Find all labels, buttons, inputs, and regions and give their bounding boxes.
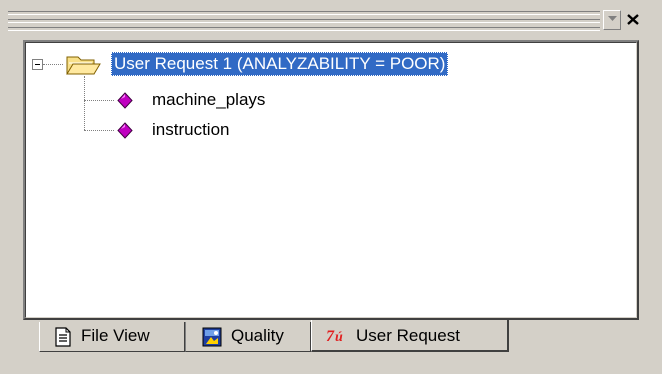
tab-label: Quality xyxy=(231,326,284,345)
gripper-line xyxy=(8,11,600,15)
tree-connector xyxy=(84,76,85,130)
user-request-icon: 7 ú xyxy=(326,328,343,345)
user-request-tree[interactable]: User Request 1 (ANALYZABILITY = POOR) ma… xyxy=(23,40,639,320)
tree-root-label[interactable]: User Request 1 (ANALYZABILITY = POOR) xyxy=(111,52,449,76)
magenta-diamond-icon xyxy=(117,122,133,139)
chevron-down-icon xyxy=(608,16,617,21)
tab-label: File View xyxy=(81,326,150,345)
close-icon xyxy=(627,14,639,25)
quality-icon xyxy=(202,327,222,347)
tab-user-request[interactable]: 7 ú User Request xyxy=(311,320,509,352)
document-icon xyxy=(55,327,71,347)
gripper-line xyxy=(8,27,600,31)
restore-button[interactable] xyxy=(603,10,621,30)
tree-panel-frame xyxy=(25,42,637,318)
tab-file-view[interactable]: File View xyxy=(39,322,185,352)
gripper-line xyxy=(8,19,600,23)
tab-quality[interactable]: Quality xyxy=(185,322,311,352)
tab-label: User Request xyxy=(356,326,460,345)
open-folder-icon xyxy=(66,56,101,75)
tree-item-label: machine_plays xyxy=(152,90,266,109)
close-button[interactable] xyxy=(624,10,642,30)
tree-item-label: instruction xyxy=(152,120,230,139)
collapse-toggle[interactable] xyxy=(32,59,43,70)
docking-title-bar[interactable] xyxy=(0,0,662,38)
tree-connector xyxy=(43,64,63,65)
magenta-diamond-icon xyxy=(117,92,133,109)
svg-text:ú: ú xyxy=(335,330,343,345)
view-tab-strip: File View Quality 7 ú User Request xyxy=(0,320,662,374)
svg-text:7: 7 xyxy=(326,328,335,345)
tree-connector xyxy=(84,100,114,101)
tree-connector xyxy=(84,130,114,131)
